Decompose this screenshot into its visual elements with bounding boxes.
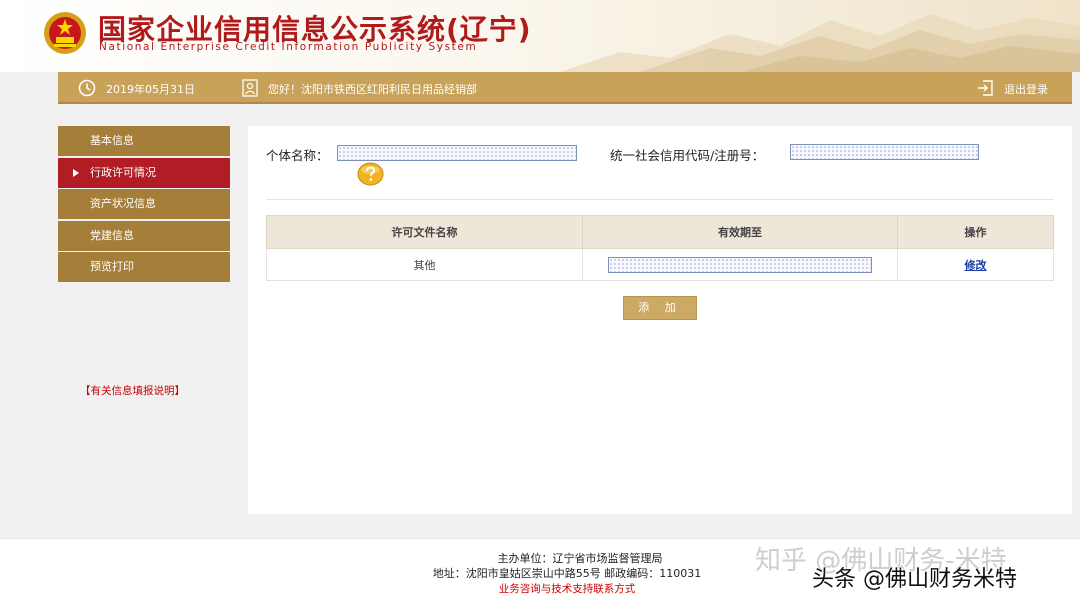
valid-until-cell [582, 248, 898, 281]
sidebar-item-admin-license[interactable]: 行政许可情况 [58, 157, 230, 188]
current-date: 2019年05月31日 [106, 83, 195, 96]
sidebar-item-label: 预览打印 [90, 260, 134, 273]
column-header-action: 操作 [897, 215, 1054, 249]
table-row: 其他 修改 [266, 248, 1054, 281]
sidebar-item-assets[interactable]: 资产状况信息 [58, 189, 230, 219]
entity-name-field[interactable] [337, 145, 577, 161]
credit-code-label: 统一社会信用代码/注册号： [610, 148, 765, 163]
credit-code-field[interactable] [790, 144, 979, 160]
site-header: 国家企业信用信息公示系统(辽宁) National Enterprise Cre… [0, 0, 1080, 72]
sidebar-item-label: 党建信息 [90, 228, 134, 242]
column-header-file-name: 许可文件名称 [266, 215, 583, 249]
filing-instructions-link[interactable]: 【有关信息填报说明】 [80, 383, 185, 398]
add-button[interactable]: 添 加 [623, 296, 697, 320]
sidebar-item-label: 资产状况信息 [90, 197, 156, 210]
column-header-valid-until: 有效期至 [582, 215, 898, 249]
section-divider [266, 199, 1054, 200]
sidebar-item-label: 行政许可情况 [90, 165, 156, 179]
sidebar-item-party[interactable]: 党建信息 [58, 220, 230, 251]
entity-name-label: 个体名称： [266, 148, 329, 163]
action-cell: 修改 [897, 248, 1054, 281]
logout-link[interactable]: 退出登录 [1004, 81, 1048, 97]
mountain-landscape-image [560, 14, 1080, 72]
user-card-icon [242, 79, 258, 97]
logout-icon[interactable] [976, 79, 994, 97]
sidebar-item-label: 基本信息 [90, 134, 134, 147]
national-emblem-icon [44, 12, 86, 54]
sidebar-nav: 基本信息 行政许可情况 资产状况信息 党建信息 预览打印 [58, 126, 230, 284]
toutiao-watermark: 头条 @佛山财务米特 [812, 567, 1017, 592]
table-header-row: 许可文件名称 有效期至 操作 [266, 215, 1054, 249]
help-icon[interactable] [357, 162, 384, 186]
main-panel: 个体名称： 统一社会信用代码/注册号： 许可文件名称 有效期至 操作 其他 修改 [248, 126, 1072, 514]
clock-icon [78, 79, 96, 97]
info-bar: 2019年05月31日 您好！沈阳市铁西区红阳利民日用品经销部 退出登录 [58, 72, 1072, 104]
edit-link[interactable]: 修改 [965, 259, 987, 272]
license-table: 许可文件名称 有效期至 操作 其他 修改 [266, 215, 1054, 281]
valid-until-field[interactable] [608, 256, 872, 273]
user-greeting: 您好！沈阳市铁西区红阳利民日用品经销部 [268, 83, 477, 96]
license-file-name: 其他 [266, 248, 583, 281]
sidebar-item-print-preview[interactable]: 预览打印 [58, 252, 230, 282]
sidebar-item-basic-info[interactable]: 基本信息 [58, 126, 230, 156]
active-arrow-icon [73, 168, 79, 177]
site-subtitle: National Enterprise Credit Information P… [99, 41, 478, 53]
